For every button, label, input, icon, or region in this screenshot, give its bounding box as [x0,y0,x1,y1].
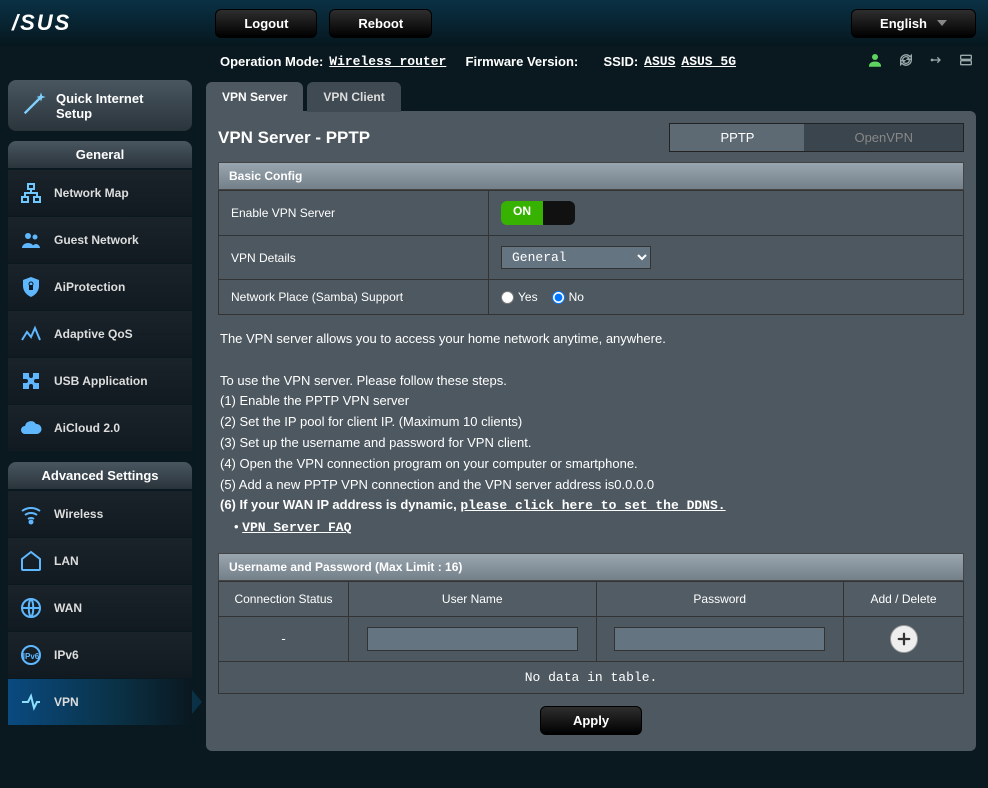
enable-vpn-label: Enable VPN Server [219,191,489,236]
conn-status-cell: - [219,616,349,661]
sidebar-item-label: IPv6 [54,648,79,662]
guest-network-icon [18,227,44,253]
ipv6-icon: IPv6 [18,642,44,668]
sidebar-item-label: Adaptive QoS [54,327,133,341]
ddns-link[interactable]: please click here to set the DDNS. [460,498,725,513]
add-user-button[interactable] [890,625,918,653]
sidebar-item-adaptive-qos[interactable]: Adaptive QoS [8,311,192,358]
th-password: Password [596,581,844,616]
logout-button[interactable]: Logout [215,9,317,38]
vpn-details-select[interactable]: General [501,246,651,269]
password-input[interactable] [614,627,825,651]
th-username: User Name [349,581,597,616]
username-input[interactable] [367,627,578,651]
server-icon[interactable] [958,52,974,71]
advanced-header: Advanced Settings [8,462,192,489]
tab-vpn-server[interactable]: VPN Server [206,82,303,112]
fw-label: Firmware Version: [466,54,579,69]
subtab-openvpn[interactable]: OpenVPN [804,124,963,151]
ssid-2[interactable]: ASUS_5G [681,54,736,69]
user-status-icon[interactable] [866,51,884,72]
reboot-button[interactable]: Reboot [329,9,432,38]
no-data-message: No data in table. [219,661,964,693]
vpn-icon [18,689,44,715]
sidebar-item-label: VPN [54,695,79,709]
general-header: General [8,141,192,168]
sidebar-item-label: AiProtection [54,280,125,294]
sidebar-item-label: Network Map [54,186,129,200]
sidebar-item-wireless[interactable]: Wireless [8,491,192,538]
wand-icon [20,90,48,121]
op-mode-value[interactable]: Wireless router [329,54,446,69]
sidebar-item-aicloud[interactable]: AiCloud 2.0 [8,405,192,452]
vpn-faq-link[interactable]: VPN Server FAQ [242,520,351,535]
status-bar: Operation Mode: Wireless router Firmware… [0,46,988,76]
th-connection-status: Connection Status [219,581,349,616]
lan-icon [18,548,44,574]
apply-button[interactable]: Apply [540,706,642,735]
svg-text:IPv6: IPv6 [23,652,40,661]
tab-vpn-client[interactable]: VPN Client [307,82,400,112]
user-section-header: Username and Password (Max Limit : 16) [218,553,964,581]
network-map-icon [18,180,44,206]
vpn-details-label: VPN Details [219,236,489,280]
samba-yes-radio[interactable]: Yes [501,290,538,304]
basic-config-header: Basic Config [218,162,964,190]
samba-no-radio[interactable]: No [552,290,584,304]
quick-setup-label: Quick Internet Setup [56,91,180,121]
sidebar-item-aiprotection[interactable]: AiProtection [8,264,192,311]
desc-steps-intro: To use the VPN server. Please follow the… [220,371,962,392]
desc-step-5: (5) Add a new PPTP VPN connection and th… [220,475,962,496]
cloud-icon [18,415,44,441]
wifi-icon [18,501,44,527]
language-label: English [880,16,927,31]
sidebar-item-label: USB Application [54,374,148,388]
language-select[interactable]: English [851,9,976,38]
sidebar-item-guest-network[interactable]: Guest Network [8,217,192,264]
op-mode-label: Operation Mode: [220,54,323,69]
sidebar-item-label: Guest Network [54,233,139,247]
usb-icon[interactable] [928,52,944,71]
shield-icon [18,274,44,300]
sync-icon[interactable] [898,52,914,71]
samba-label: Network Place (Samba) Support [219,280,489,315]
desc-intro: The VPN server allows you to access your… [220,329,962,350]
quick-internet-setup[interactable]: Quick Internet Setup [8,80,192,131]
puzzle-icon [18,368,44,394]
globe-icon [18,595,44,621]
desc-step-2: (2) Set the IP pool for client IP. (Maxi… [220,412,962,433]
ssid-1[interactable]: ASUS [644,54,675,69]
desc-step-3: (3) Set up the username and password for… [220,433,962,454]
sidebar-item-usb-application[interactable]: USB Application [8,358,192,405]
chevron-down-icon [937,20,947,26]
sidebar-item-label: AiCloud 2.0 [54,421,120,435]
ssid-label: SSID: [604,54,639,69]
sidebar-item-label: Wireless [54,507,103,521]
page-title: VPN Server - PPTP [218,128,669,148]
desc-step-6-prefix: (6) If your WAN IP address is dynamic, [220,497,460,512]
sidebar-item-vpn[interactable]: VPN [8,679,192,726]
subtab-pptp[interactable]: PPTP [670,124,804,151]
sidebar-item-network-map[interactable]: Network Map [8,170,192,217]
desc-step-4: (4) Open the VPN connection program on y… [220,454,962,475]
toggle-on-label: ON [501,201,543,225]
desc-step-1: (1) Enable the PPTP VPN server [220,391,962,412]
sidebar-item-wan[interactable]: WAN [8,585,192,632]
enable-vpn-toggle[interactable]: ON [501,201,575,225]
sidebar-item-label: LAN [54,554,79,568]
sidebar-item-label: WAN [54,601,82,615]
brand-logo: /SUS [12,10,71,36]
qos-icon [18,321,44,347]
sidebar-item-lan[interactable]: LAN [8,538,192,585]
sidebar-item-ipv6[interactable]: IPv6 IPv6 [8,632,192,679]
th-add-delete: Add / Delete [844,581,964,616]
